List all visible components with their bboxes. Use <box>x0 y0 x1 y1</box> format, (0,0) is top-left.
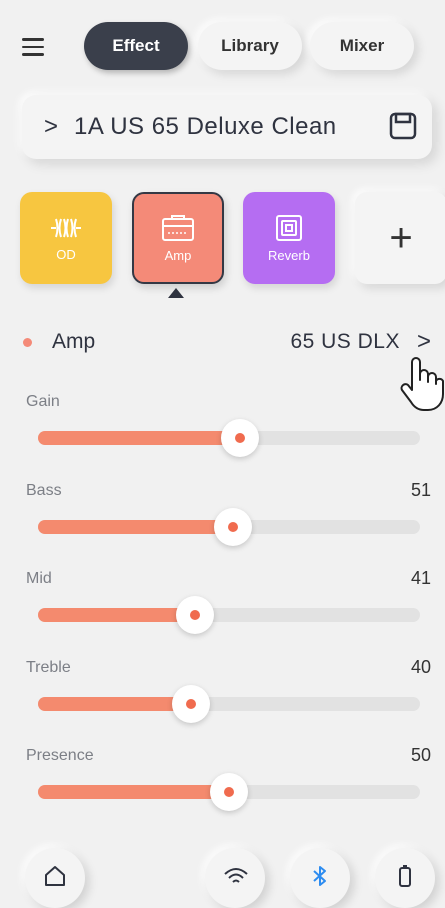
slider-knob[interactable] <box>210 773 248 811</box>
effect-label: Reverb <box>268 247 310 263</box>
param-value: 51 <box>410 480 431 500</box>
home-icon <box>45 866 65 886</box>
slider-fill <box>38 697 191 711</box>
param-treble: Treble 40 <box>0 657 445 729</box>
slider-fill <box>38 431 241 445</box>
add-effect-button[interactable]: + <box>355 192 445 284</box>
battery-icon <box>399 865 411 887</box>
slider-fill <box>38 785 229 799</box>
effect-tile-amp[interactable]: Amp <box>132 192 224 284</box>
param-label: Mid <box>26 570 52 587</box>
amp-model-row[interactable]: Amp 65 US DLX > <box>0 326 445 358</box>
add-icon: + <box>389 215 413 260</box>
effect-label: OD <box>56 246 76 262</box>
effect-tile-reverb[interactable]: Reverb <box>243 192 335 284</box>
param-value: 41 <box>410 568 431 588</box>
slider-knob[interactable] <box>221 419 260 457</box>
slider-knob[interactable] <box>213 508 252 546</box>
preset-selector[interactable]: > 1A US 65 Deluxe Clean <box>22 95 432 159</box>
reverb-icon <box>276 214 302 241</box>
home-button[interactable] <box>25 848 85 908</box>
tab-effect[interactable]: Effect <box>84 22 188 70</box>
amp-title: Amp <box>52 330 96 353</box>
hamburger-menu-icon[interactable] <box>22 38 44 56</box>
overdrive-icon <box>51 218 81 237</box>
chevron-right-icon[interactable]: > <box>417 328 431 356</box>
amp-model-name: 65 US DLX <box>290 330 400 353</box>
top-bar: Effect Library Mixer <box>0 18 445 76</box>
tab-mixer[interactable]: Mixer <box>310 22 414 70</box>
slider-track[interactable] <box>38 508 420 546</box>
battery-button[interactable] <box>375 848 435 908</box>
status-dot <box>23 338 32 347</box>
tab-library[interactable]: Library <box>198 22 302 70</box>
effect-tile-od[interactable]: OD <box>20 192 112 284</box>
bluetooth-button[interactable] <box>290 848 350 908</box>
param-label: Bass <box>26 482 62 499</box>
param-gain: Gain <box>0 393 445 463</box>
bluetooth-icon <box>313 866 326 886</box>
param-value: 50 <box>410 745 431 765</box>
slider-track[interactable] <box>38 685 420 723</box>
slider-track[interactable] <box>38 596 420 634</box>
effect-label: Amp <box>164 247 192 263</box>
preset-name: 1A US 65 Deluxe Clean <box>74 113 337 140</box>
slider-fill <box>38 608 195 622</box>
slider-track[interactable] <box>38 773 420 811</box>
wifi-button[interactable] <box>205 848 265 908</box>
slider-knob[interactable] <box>171 685 210 723</box>
wifi-icon <box>224 868 248 883</box>
param-value: 40 <box>410 657 431 677</box>
param-label: Treble <box>26 659 71 676</box>
param-label: Presence <box>26 747 94 764</box>
param-presence: Presence 50 <box>0 745 445 817</box>
amp-icon <box>162 214 194 241</box>
selected-indicator-icon <box>168 288 184 298</box>
param-bass: Bass 51 <box>0 480 445 552</box>
slider-knob[interactable] <box>175 596 214 634</box>
param-mid: Mid 41 <box>0 568 445 640</box>
save-icon[interactable] <box>388 111 418 141</box>
param-label: Gain <box>26 393 60 410</box>
slider-fill <box>38 520 233 534</box>
chevron-right-icon: > <box>44 113 59 140</box>
slider-track[interactable] <box>38 419 420 457</box>
